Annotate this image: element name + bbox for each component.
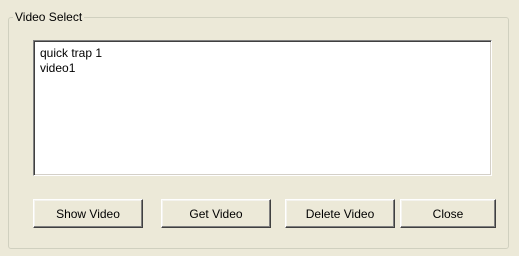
show-video-button[interactable]: Show Video: [33, 199, 143, 228]
group-title: Video Select: [13, 10, 85, 24]
close-button[interactable]: Close: [400, 199, 496, 228]
video-list[interactable]: quick trap 1 video1: [33, 40, 492, 176]
list-item[interactable]: quick trap 1: [40, 46, 485, 61]
delete-video-button[interactable]: Delete Video: [285, 199, 395, 228]
get-video-button[interactable]: Get Video: [161, 199, 271, 228]
list-item[interactable]: video1: [40, 61, 485, 76]
